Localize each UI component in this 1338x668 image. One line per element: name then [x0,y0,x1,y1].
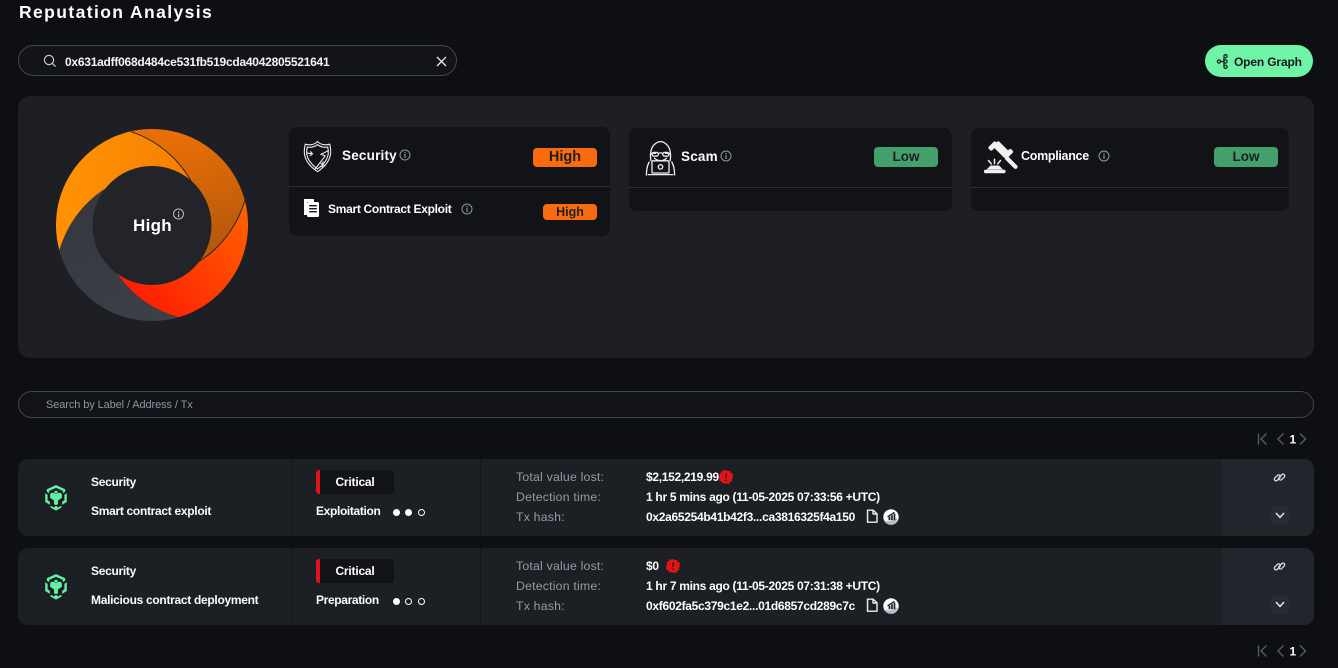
svg-text:1: 1 [1290,645,1297,659]
svg-text:High: High [133,216,172,235]
svg-text:1: 1 [1290,433,1297,447]
